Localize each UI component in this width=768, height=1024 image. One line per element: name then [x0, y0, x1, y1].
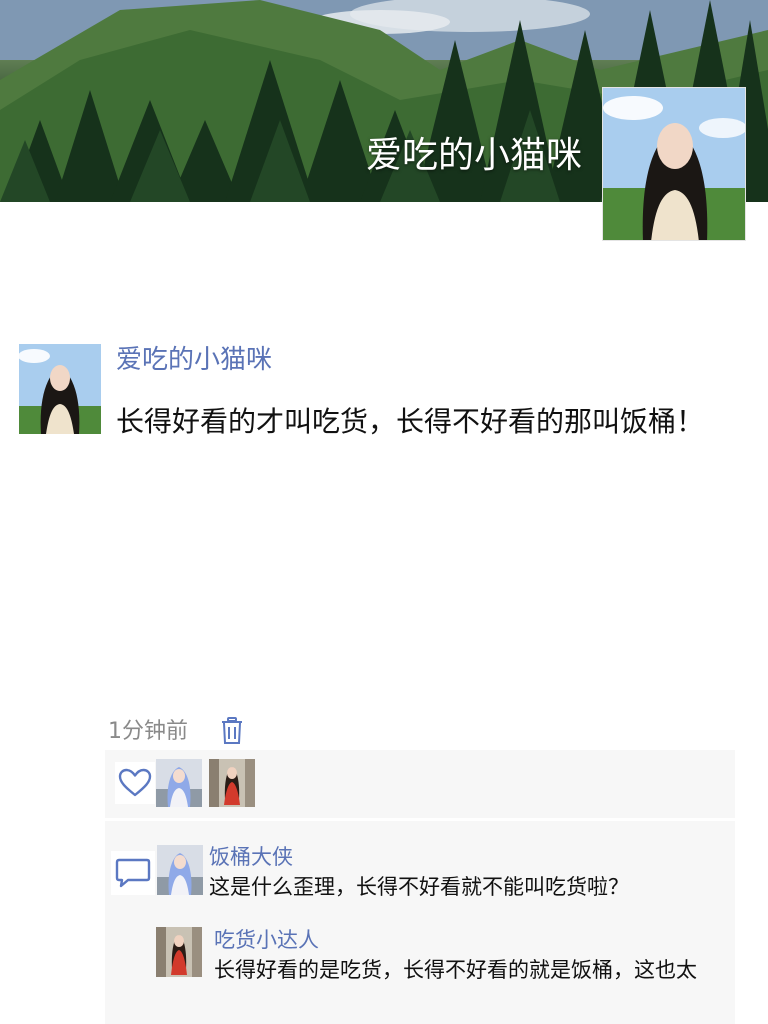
comments-panel: 饭桶大侠 这是什么歪理，长得不好看就不能叫吃货啦？ 吃货小达人 长得好看的是吃货… [105, 821, 735, 1024]
liker-avatar[interactable] [209, 759, 255, 807]
likes-panel [105, 750, 735, 818]
comment-bubble-icon [115, 858, 151, 888]
moments-page: 爱吃的小猫咪 爱吃的小猫咪 长得好看的才叫吃货，长得不好看的那叫饭桶！ 1分钟前 [0, 0, 768, 1024]
commenter-avatar[interactable] [157, 845, 203, 895]
liker-avatar[interactable] [156, 759, 202, 807]
comment-text: 这是什么歪理，长得不好看就不能叫吃货啦？ [209, 875, 629, 899]
post-author-avatar[interactable] [19, 344, 101, 434]
comment-author[interactable]: 饭桶大侠 [209, 843, 293, 871]
profile-avatar[interactable] [602, 87, 746, 241]
comment-author[interactable]: 吃货小达人 [214, 926, 319, 954]
post-content: 长得好看的才叫吃货，长得不好看的那叫饭桶！ [116, 405, 705, 438]
comment-button[interactable] [111, 851, 155, 895]
cover-username: 爱吃的小猫咪 [365, 135, 582, 176]
post-timestamp: 1分钟前 [108, 719, 188, 744]
post-author-name[interactable]: 爱吃的小猫咪 [116, 341, 272, 379]
heart-icon [118, 768, 152, 797]
trash-icon [222, 717, 242, 744]
like-button[interactable] [115, 762, 155, 804]
comment-text: 长得好看的是吃货，长得不好看的就是饭桶，这也太 [214, 958, 697, 982]
delete-post-button[interactable] [220, 716, 244, 746]
commenter-avatar[interactable] [156, 927, 202, 977]
